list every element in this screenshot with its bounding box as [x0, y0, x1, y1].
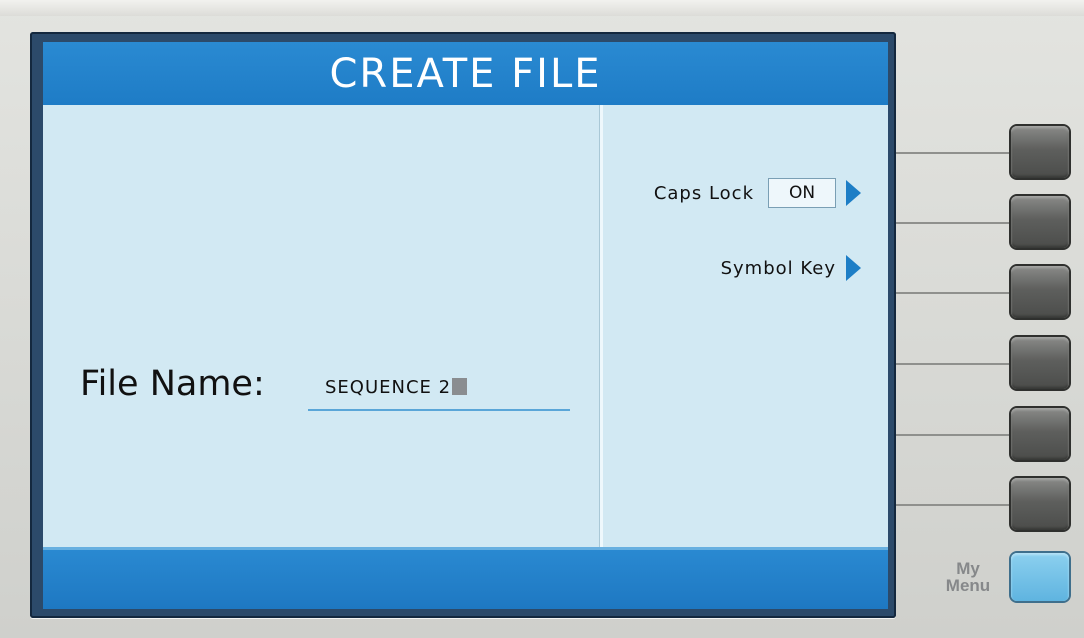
soft-key-3[interactable]: [1011, 266, 1069, 318]
arrow-right-icon: [846, 255, 861, 281]
file-entry-pane: File Name: SEQUENCE 2: [43, 105, 600, 547]
soft-key-leader-line: [896, 292, 1014, 294]
title-bar: CREATE FILE: [43, 42, 888, 105]
soft-key-2[interactable]: [1011, 196, 1069, 248]
soft-menu-pane: Caps Lock ON Symbol Key: [603, 105, 888, 547]
my-menu-label-line1: My: [956, 559, 980, 578]
soft-key-leader-line: [896, 504, 1014, 506]
soft-key-6[interactable]: [1011, 478, 1069, 530]
menu-item-caps-lock[interactable]: Caps Lock ON: [654, 175, 888, 211]
status-bar: [43, 547, 888, 609]
menu-item-symbol-key[interactable]: Symbol Key: [721, 250, 888, 286]
my-menu-button[interactable]: [1011, 553, 1069, 601]
text-cursor: [452, 378, 468, 395]
file-name-field[interactable]: SEQUENCE 2: [308, 373, 570, 411]
soft-key-4[interactable]: [1011, 337, 1069, 389]
my-menu-label-line2: Menu: [945, 576, 991, 595]
caps-lock-value: ON: [768, 178, 836, 208]
soft-key-leader-line: [896, 434, 1014, 436]
soft-key-leader-line: [896, 222, 1014, 224]
soft-key-leader-line: [896, 363, 1014, 365]
bezel-top-edge: [0, 0, 1084, 16]
file-name-label: File Name:: [80, 364, 265, 404]
soft-key-1[interactable]: [1011, 126, 1069, 178]
soft-key-5[interactable]: [1011, 408, 1069, 460]
caps-lock-label: Caps Lock: [653, 182, 754, 204]
file-name-value[interactable]: SEQUENCE 2: [325, 377, 468, 398]
my-menu-label: My Menu: [938, 560, 998, 594]
soft-key-leader-line: [896, 152, 1014, 154]
page-title: CREATE FILE: [329, 50, 602, 97]
arrow-right-icon: [846, 180, 861, 206]
lcd-screen: CREATE FILE File Name: SEQUENCE 2 Caps L…: [43, 42, 888, 609]
file-name-text: SEQUENCE 2: [325, 377, 452, 398]
symbol-key-label: Symbol Key: [720, 257, 836, 279]
